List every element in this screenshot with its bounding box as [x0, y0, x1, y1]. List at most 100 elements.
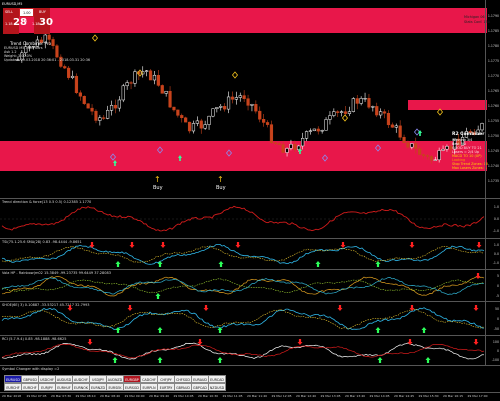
symbol-button-nzdusd[interactable]: NZDUSD [208, 383, 226, 391]
indicator-panel-trend[interactable]: Trend direction & force(13 0.5 0.5) 0.12… [0, 198, 486, 239]
price-scale[interactable]: 1.1790 1.1785 1.1780 1.1775 1.1770 1.176… [485, 0, 500, 198]
up-arrow-icon [178, 155, 182, 161]
candle-body [289, 144, 293, 149]
candle-body [421, 154, 426, 156]
symbol-button-eurjpy[interactable]: EURJPY [38, 383, 56, 391]
indicator-panel-tsi[interactable]: TSI(75.1.25.6 SMA(28) 0.83 -98.4444 -9.8… [0, 238, 486, 270]
symbol-button-eursgd[interactable]: EURSGD [123, 383, 141, 391]
one-click-trade-panel: SELL BUY 1.00 1.18 28 1 1.18 30 1 [3, 8, 54, 34]
candle-body [67, 67, 71, 78]
candle-body [418, 148, 422, 155]
symbol-button-eurcad[interactable]: EURCAD [208, 375, 226, 383]
time-tick: 29 Mar 2018 [2, 394, 22, 398]
symbol-button-eurhuf[interactable]: EURHUF [55, 383, 73, 391]
symbol-button-eursek[interactable]: EURSEK [106, 383, 124, 391]
symbol-button-eurnok[interactable]: EURNOK [72, 383, 90, 391]
symbol-button-eurgbp[interactable]: EURGBP [123, 375, 141, 383]
lot-input-value: 1.00 [23, 10, 31, 15]
candle-body [203, 124, 207, 129]
candle-body [262, 119, 266, 123]
symbol-button-cadchf[interactable]: CADCHF [140, 375, 158, 383]
candle-body [117, 99, 121, 109]
up-arrow-icon [315, 261, 321, 267]
up-arrow-icon [155, 293, 161, 299]
indicator-info: Trend Combiner Pro EURUSD M5 3005 bars A… [4, 41, 90, 62]
panel-tick: 1.0 [493, 205, 499, 209]
time-tick: 29 Mar 12:05 [271, 394, 292, 398]
down-arrow-icon [473, 339, 479, 345]
buy-label: BUY [39, 10, 46, 14]
main-chart[interactable]: Michigan 06 Stats Conf. 150 EURUSD,M5 SE… [0, 0, 500, 198]
down-arrow-icon [87, 339, 93, 345]
symbol-button-gbpusd[interactable]: GBPUSD [21, 375, 39, 383]
panel-tick: 1.0 [493, 243, 499, 247]
indicator-panel-vola[interactable]: Vola HP - Rainbow(m02 15.3849 -99.23735 … [0, 269, 486, 302]
down-arrow-icon [203, 305, 209, 311]
down-arrow-icon [297, 339, 303, 345]
symbol-button-audnzd[interactable]: AUDNZD [106, 375, 124, 383]
indicator-panel-shoe[interactable]: SHOE(6E) 3) 0.10887 -33.53217 45.7217 32… [0, 301, 486, 336]
symbol-button-usdchf[interactable]: USDCHF [38, 375, 56, 383]
panel-tick: 0.0 [493, 252, 499, 256]
candle-body [129, 82, 133, 84]
candle-body [168, 90, 172, 108]
up-arrow-icon [421, 327, 427, 333]
tsi-signal-line [1, 245, 485, 263]
price-tick: 1.1775 [487, 59, 499, 63]
candle-body [78, 92, 82, 97]
candle-body [223, 106, 227, 110]
candle-body [234, 97, 238, 100]
candle-body [308, 130, 313, 132]
candle-body [437, 150, 441, 161]
down-arrow-icon [235, 242, 241, 248]
shoe-line [1, 307, 485, 330]
candle-body [398, 125, 402, 138]
trend-line [1, 205, 485, 232]
symbol-button-euraud[interactable]: EURAUD [191, 375, 209, 383]
combiner-box: R2 Combiner Winning 3/4 Best RSI GOOD BU… [452, 132, 488, 170]
candle-body [172, 106, 176, 111]
candle-body [273, 142, 277, 144]
symbol-button-eurnzd[interactable]: EURNZD [89, 383, 107, 391]
indicator-panel-rci[interactable]: RCI (5.7.9.4) 0.85 -98.1888 -98.6625 [0, 335, 486, 366]
symbol-button-eurchf[interactable]: EURCHF [21, 383, 39, 391]
candle-body [70, 75, 75, 78]
up-arrow-icon [217, 357, 223, 363]
panel-scale: 5 0 -5 [485, 269, 500, 302]
symbol-button-audchf[interactable]: AUDCHF [72, 375, 90, 383]
candle-body [269, 124, 274, 144]
symbol-button-gbpcad[interactable]: GBPCAD [191, 383, 209, 391]
candle-body [371, 106, 375, 108]
candle-body [90, 107, 94, 112]
buy-signal-label: Buy [153, 185, 163, 191]
up-arrow-icon [375, 261, 381, 267]
candle-body [226, 96, 231, 110]
symbol-button-chfsgd[interactable]: CHFSGD [174, 375, 192, 383]
time-tick: 29 Mar 07:30 [51, 394, 72, 398]
rci-line-white [1, 342, 485, 360]
symbol-button-usdjpy[interactable]: USDJPY [89, 375, 107, 383]
candle-body [47, 34, 51, 40]
symbol-button-chfjpy[interactable]: CHFJPY [157, 375, 175, 383]
symbol-button-audusd[interactable]: AUDUSD [55, 375, 73, 383]
symbol-button-eurtry[interactable]: EURTRY [157, 383, 175, 391]
buy-price-sup: 1 [51, 19, 54, 23]
candle-body [394, 125, 398, 128]
price-tick: 1.1755 [487, 119, 499, 123]
price-tick: 1.1765 [487, 89, 499, 93]
symbol-button-gbpaud[interactable]: GBPAUD [174, 383, 192, 391]
price-tick: 1.1750 [487, 134, 499, 138]
symbol-button-eurchf[interactable]: EURCHF [4, 383, 22, 391]
candle-body [402, 137, 406, 143]
down-arrow-icon [476, 242, 482, 248]
candle-body [355, 98, 359, 104]
shoe-signal-line [2, 308, 484, 330]
candle-body [445, 146, 449, 150]
symbol-button-eurusd[interactable]: EURUSD [4, 375, 22, 383]
candle-body [160, 85, 164, 94]
candle-body [433, 159, 437, 161]
candle-body [106, 110, 110, 119]
candle-body [328, 115, 332, 120]
panel-scale: 50 0 -50 [485, 301, 500, 336]
symbol-button-eurpln[interactable]: EURPLN [140, 383, 158, 391]
